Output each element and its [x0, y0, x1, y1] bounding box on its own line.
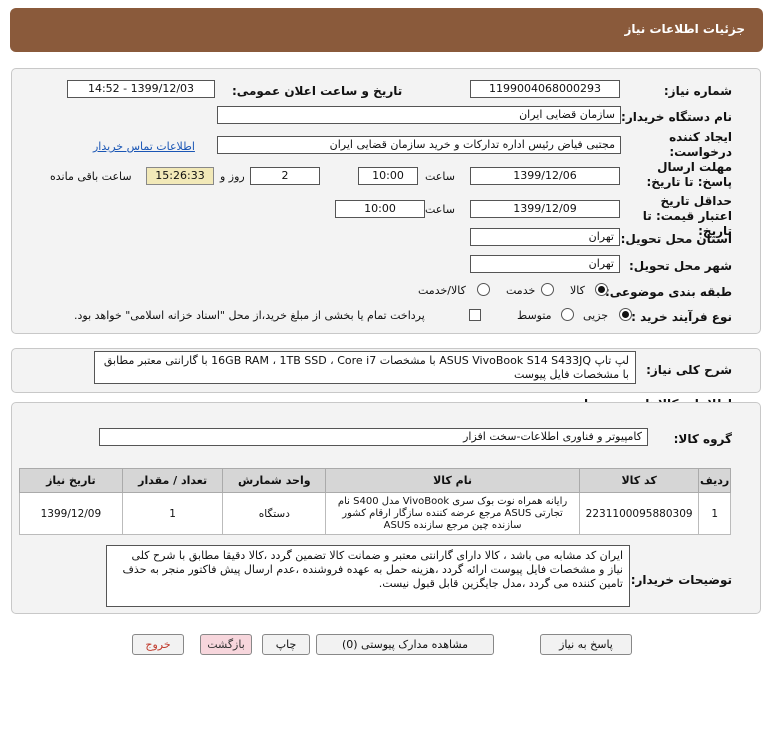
col-name: نام کالا [325, 468, 580, 493]
category-radio-service[interactable] [541, 283, 554, 296]
province-label: استان محل تحویل: [620, 232, 732, 246]
col-date: تاریخ نیاز [19, 468, 123, 493]
row-number: 1 [698, 492, 731, 535]
need-number-label: شماره نیاز: [663, 84, 732, 98]
category-option-goods: کالا [570, 284, 585, 297]
goods-table: ردیف کد کالا نام کالا واحد شمارش تعداد /… [19, 468, 731, 535]
table-row: 1 2231100095880309 رایانه همراه نوت بوک … [19, 492, 731, 535]
category-option-goods-service: کالا/خدمت [418, 284, 466, 297]
process-option-minor: جزیی [583, 309, 609, 322]
deadline-time-label: ساعت [425, 170, 455, 183]
goods-group-field: کامپیوتر و فناوری اطلاعات-سخت افزار [99, 428, 648, 446]
validity-date-field: 1399/12/09 [470, 200, 620, 218]
page-header: جزئیات اطلاعات نیاز [10, 8, 763, 52]
category-radio-goods[interactable] [595, 283, 608, 296]
category-label: طبقه بندی موضوعی: [604, 285, 732, 299]
buyer-field: سازمان قضایی ایران [217, 106, 621, 124]
print-button[interactable]: چاپ [262, 634, 310, 655]
days-label: روز و [220, 170, 245, 183]
treasury-payment-checkbox[interactable] [469, 309, 481, 321]
back-button[interactable]: بازگشت [200, 634, 252, 655]
process-label: نوع فرآیند خرید : [631, 310, 732, 324]
summary-label: شرح کلی نیاز: [646, 363, 732, 377]
summary-field: لپ تاپ ASUS VivoBook S14 S433JQ با مشخصا… [94, 351, 636, 384]
row-name: رایانه همراه نوت بوک سری VivoBook مدل S4… [325, 492, 580, 535]
col-row: ردیف [698, 468, 731, 493]
creator-label: ایجاد کننده درخواست: [669, 130, 732, 159]
deadline-label: مهلت ارسال پاسخ: تا تاریخ: [646, 160, 733, 189]
announce-field: 1399/12/03 - 14:52 [67, 80, 215, 98]
exit-button[interactable]: خروج [132, 634, 184, 655]
city-label: شهر محل تحویل: [628, 259, 732, 273]
need-number-field: 1199004068000293 [470, 80, 620, 98]
row-code: 2231100095880309 [578, 492, 700, 535]
deadline-time-field: 10:00 [358, 167, 418, 185]
province-field: تهران [470, 228, 620, 246]
buyer-label: نام دستگاه خریدار: [621, 110, 732, 124]
view-attachments-button[interactable]: مشاهده مدارک پیوستی (0) [316, 634, 494, 655]
process-option-medium: متوسط [517, 309, 552, 322]
reply-button[interactable]: پاسخ به نیاز [540, 634, 632, 655]
treasury-payment-note: پرداخت تمام یا بخشی از مبلغ خرید،از محل … [74, 309, 425, 322]
col-unit: واحد شمارش [222, 468, 327, 493]
buyer-notes-label: توضیحات خریدار: [630, 573, 732, 587]
remaining-time-field: 15:26:33 [146, 167, 214, 185]
process-radio-minor[interactable] [619, 308, 632, 321]
row-qty: 1 [121, 492, 224, 535]
announce-label: تاریخ و ساعت اعلان عمومی: [232, 84, 403, 98]
contact-info-link[interactable]: اطلاعات تماس خریدار [93, 140, 195, 153]
creator-field: مجتبی فیاض رئیس اداره تدارکات و خرید ساز… [217, 136, 621, 154]
deadline-date-field: 1399/12/06 [470, 167, 620, 185]
category-radio-goods-service[interactable] [477, 283, 490, 296]
validity-time-label: ساعت [425, 203, 455, 216]
days-field: 2 [250, 167, 320, 185]
col-qty: تعداد / مقدار [121, 468, 224, 493]
goods-table-header: ردیف کد کالا نام کالا واحد شمارش تعداد /… [19, 468, 731, 493]
city-field: تهران [470, 255, 620, 273]
col-code: کد کالا [578, 468, 700, 493]
process-radio-medium[interactable] [561, 308, 574, 321]
page-title: جزئیات اطلاعات نیاز [624, 22, 745, 36]
row-date: 1399/12/09 [19, 492, 123, 535]
row-unit: دستگاه [222, 492, 327, 535]
goods-group-label: گروه کالا: [673, 432, 732, 446]
remaining-label: ساعت باقی مانده [50, 170, 132, 183]
buyer-notes-field: ایران کد مشابه می باشد ، کالا دارای گارا… [106, 545, 630, 607]
validity-time-field: 10:00 [335, 200, 425, 218]
category-option-service: خدمت [506, 284, 536, 297]
